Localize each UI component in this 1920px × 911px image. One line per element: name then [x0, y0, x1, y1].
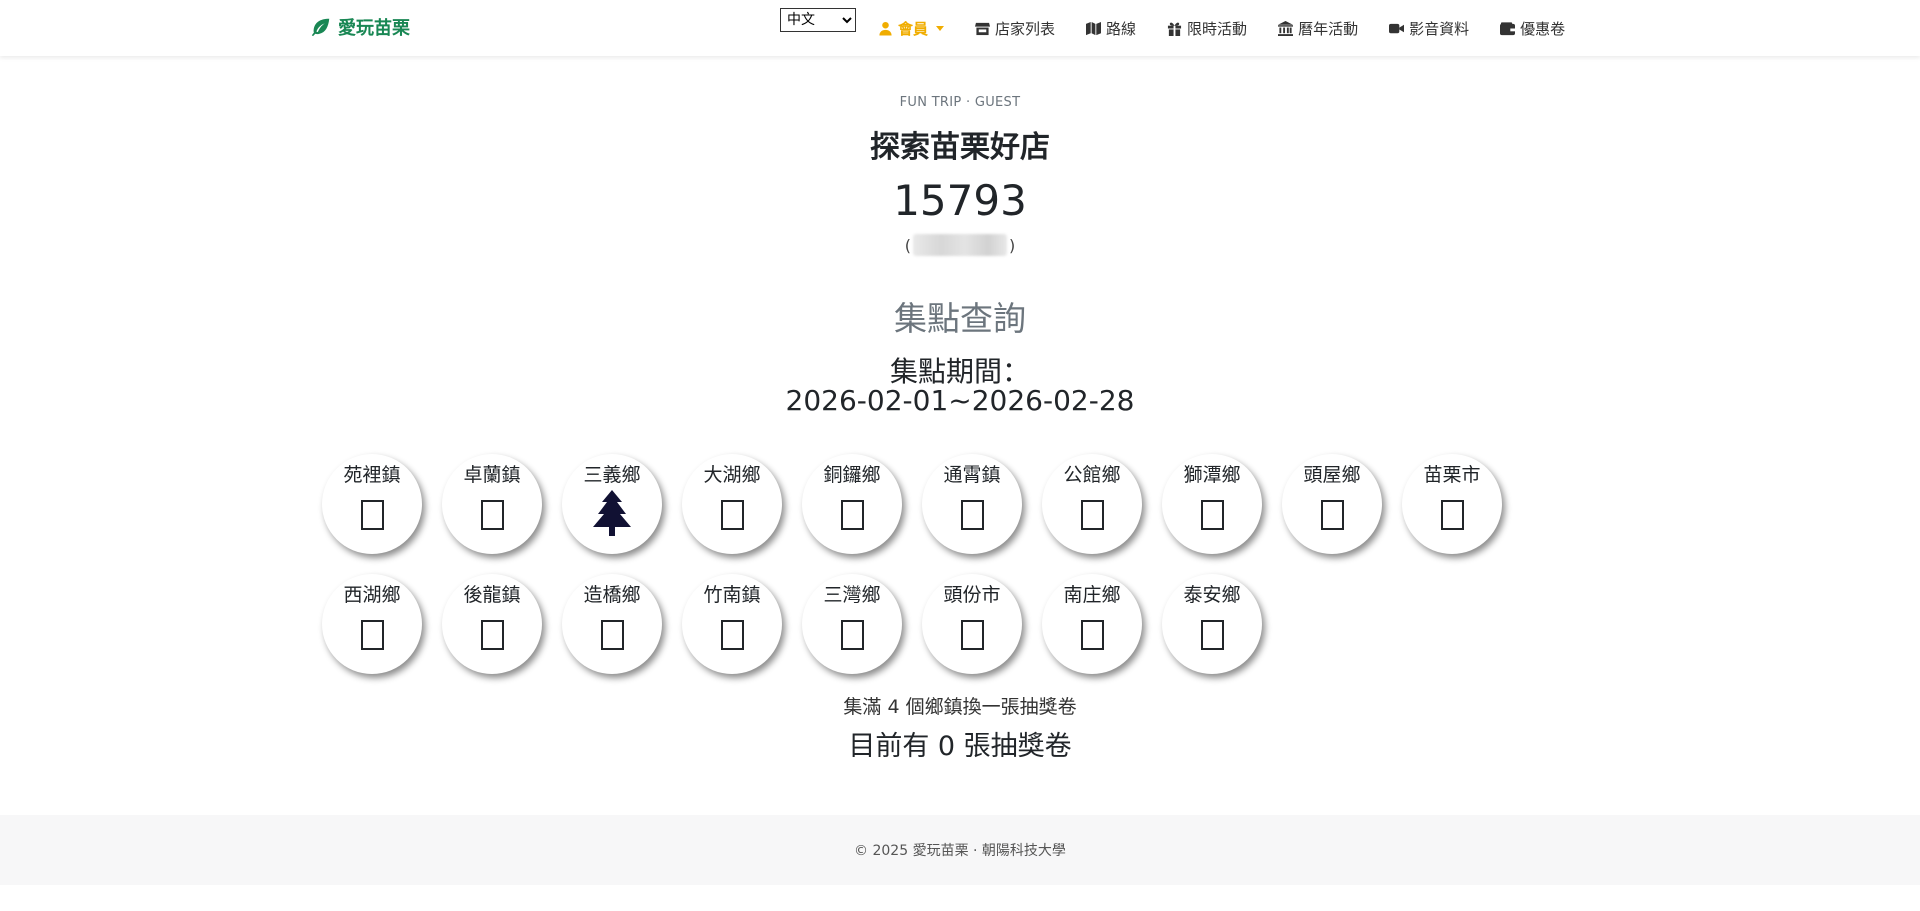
leaf-icon [311, 18, 330, 37]
stamp-circle: 竹南鎮 [682, 574, 782, 674]
brand-name: 愛玩苗栗 [338, 18, 410, 39]
stamp-circle: 頭屋鄉 [1282, 454, 1382, 554]
user-id-open-paren: ( [904, 235, 911, 255]
chevron-down-icon [936, 25, 945, 31]
nav-member-label: 會員 [898, 19, 929, 38]
stamp-town-name: 大湖鄉 [703, 464, 761, 486]
user-icon [879, 21, 892, 36]
stamp-town-name: 苗栗市 [1423, 464, 1481, 486]
stamp-circle: 獅潭鄉 [1162, 454, 1262, 554]
stamp-circle: 西湖鄉 [322, 574, 422, 674]
empty-stamp-box [481, 500, 504, 530]
empty-stamp-box [1201, 500, 1224, 530]
navbar: 愛玩苗栗 中文 會員 店家列表 路線 限時活動 曆年活動 影音資料 優惠卷 [0, 0, 1920, 56]
stamp-circle: 泰安鄉 [1162, 574, 1262, 674]
stamp-town-name: 通霄鎮 [943, 464, 1001, 486]
stamp-town-name: 造橋鄉 [583, 584, 641, 606]
nav-coupons[interactable]: 優惠卷 [1500, 18, 1565, 39]
user-id-close-paren: ) [1009, 235, 1016, 255]
nav-store-list[interactable]: 店家列表 [975, 18, 1055, 39]
stamp-town-name: 竹南鎮 [703, 584, 761, 606]
nav-annual-events-label: 曆年活動 [1298, 19, 1359, 38]
stamp-town-name: 卓蘭鎮 [463, 464, 521, 486]
video-icon [1389, 23, 1405, 33]
nav-limited-events-label: 限時活動 [1187, 19, 1248, 38]
language-select[interactable]: 中文 [780, 8, 856, 32]
nav-routes[interactable]: 路線 [1086, 18, 1136, 39]
empty-stamp-box [361, 620, 384, 650]
nav-limited-events[interactable]: 限時活動 [1167, 18, 1247, 39]
stamp-circle: 通霄鎮 [922, 454, 1022, 554]
stamp-circle: 銅鑼鄉 [802, 454, 902, 554]
empty-stamp-box [1081, 620, 1104, 650]
empty-stamp-box [961, 620, 984, 650]
empty-stamp-box [1321, 500, 1344, 530]
stamp-town-name: 西湖鄉 [343, 584, 401, 606]
rule-text: 集滿 4 個鄉鎮換一張抽獎卷 [843, 696, 1077, 718]
stamp-circle: 公館鄉 [1042, 454, 1142, 554]
ticket-count: 目前有 0 張抽獎卷 [848, 731, 1072, 762]
section-title: 集點查詢 [894, 299, 1026, 338]
stamp-town-name: 三義鄉 [583, 464, 641, 486]
stamp-town-name: 苑裡鎮 [343, 464, 401, 486]
empty-stamp-box [841, 620, 864, 650]
map-icon [1086, 21, 1102, 35]
gift-icon [1167, 22, 1182, 36]
landmark-icon [1278, 20, 1294, 36]
empty-stamp-box [841, 500, 864, 530]
empty-stamp-box [961, 500, 984, 530]
stamp-circle: 三灣鄉 [802, 574, 902, 674]
nav-media[interactable]: 影音資料 [1389, 18, 1469, 39]
brand-link[interactable]: 愛玩苗栗 [310, 14, 410, 40]
stamp-circle: 苑裡鎮 [322, 454, 422, 554]
empty-stamp-box [1441, 500, 1464, 530]
nav-store-list-label: 店家列表 [995, 19, 1056, 38]
tree-icon [593, 490, 631, 536]
stamp-town-name: 後龍鎮 [463, 584, 521, 606]
empty-stamp-box [721, 620, 744, 650]
stamp-town-name: 頭份市 [943, 584, 1001, 606]
stamp-town-name: 頭屋鄉 [1303, 464, 1361, 486]
redacted-user-id [913, 234, 1007, 256]
nav-annual-events[interactable]: 曆年活動 [1278, 18, 1358, 39]
empty-stamp-box [361, 500, 384, 530]
stamp-circle: 頭份市 [922, 574, 1022, 674]
nav-routes-label: 路線 [1106, 19, 1137, 38]
stamp-town-name: 南庄鄉 [1063, 584, 1121, 606]
user-id: ( ) [0, 234, 1920, 256]
stamp-circle: 後龍鎮 [442, 574, 542, 674]
nav-coupons-label: 優惠卷 [1520, 19, 1566, 38]
empty-stamp-box [601, 620, 624, 650]
wallet-icon [1500, 21, 1516, 35]
period-value: 2026-02-01~2026-02-28 [785, 384, 1135, 417]
nav-member-dropdown[interactable]: 會員 [878, 18, 945, 39]
stamp-circle: 苗栗市 [1402, 454, 1502, 554]
user-number: 15793 [893, 176, 1027, 225]
stamp-town-name: 銅鑼鄉 [823, 464, 881, 486]
page-title: 探索苗栗好店 [870, 130, 1050, 165]
stamp-town-name: 獅潭鄉 [1183, 464, 1241, 486]
empty-stamp-box [1201, 620, 1224, 650]
nav-media-label: 影音資料 [1409, 19, 1470, 38]
stamp-town-name: 三灣鄉 [823, 584, 881, 606]
stamp-circle: 三義鄉 [562, 454, 662, 554]
page-eyebrow: FUN TRIP · GUEST [899, 95, 1021, 110]
stamp-town-name: 泰安鄉 [1183, 584, 1241, 606]
store-icon [975, 22, 991, 35]
empty-stamp-box [481, 620, 504, 650]
main-nav: 會員 店家列表 路線 限時活動 曆年活動 影音資料 優惠卷 [878, 15, 1565, 41]
footer: © 2025 愛玩苗栗 · 朝陽科技大學 [0, 815, 1920, 885]
stamp-circle: 卓蘭鎮 [442, 454, 542, 554]
stamp-circle: 大湖鄉 [682, 454, 782, 554]
stamp-circle: 南庄鄉 [1042, 574, 1142, 674]
empty-stamp-box [1081, 500, 1104, 530]
stamp-town-name: 公館鄉 [1063, 464, 1121, 486]
empty-stamp-box [721, 500, 744, 530]
stamp-circle: 造橋鄉 [562, 574, 662, 674]
footer-text: © 2025 愛玩苗栗 · 朝陽科技大學 [854, 843, 1066, 859]
